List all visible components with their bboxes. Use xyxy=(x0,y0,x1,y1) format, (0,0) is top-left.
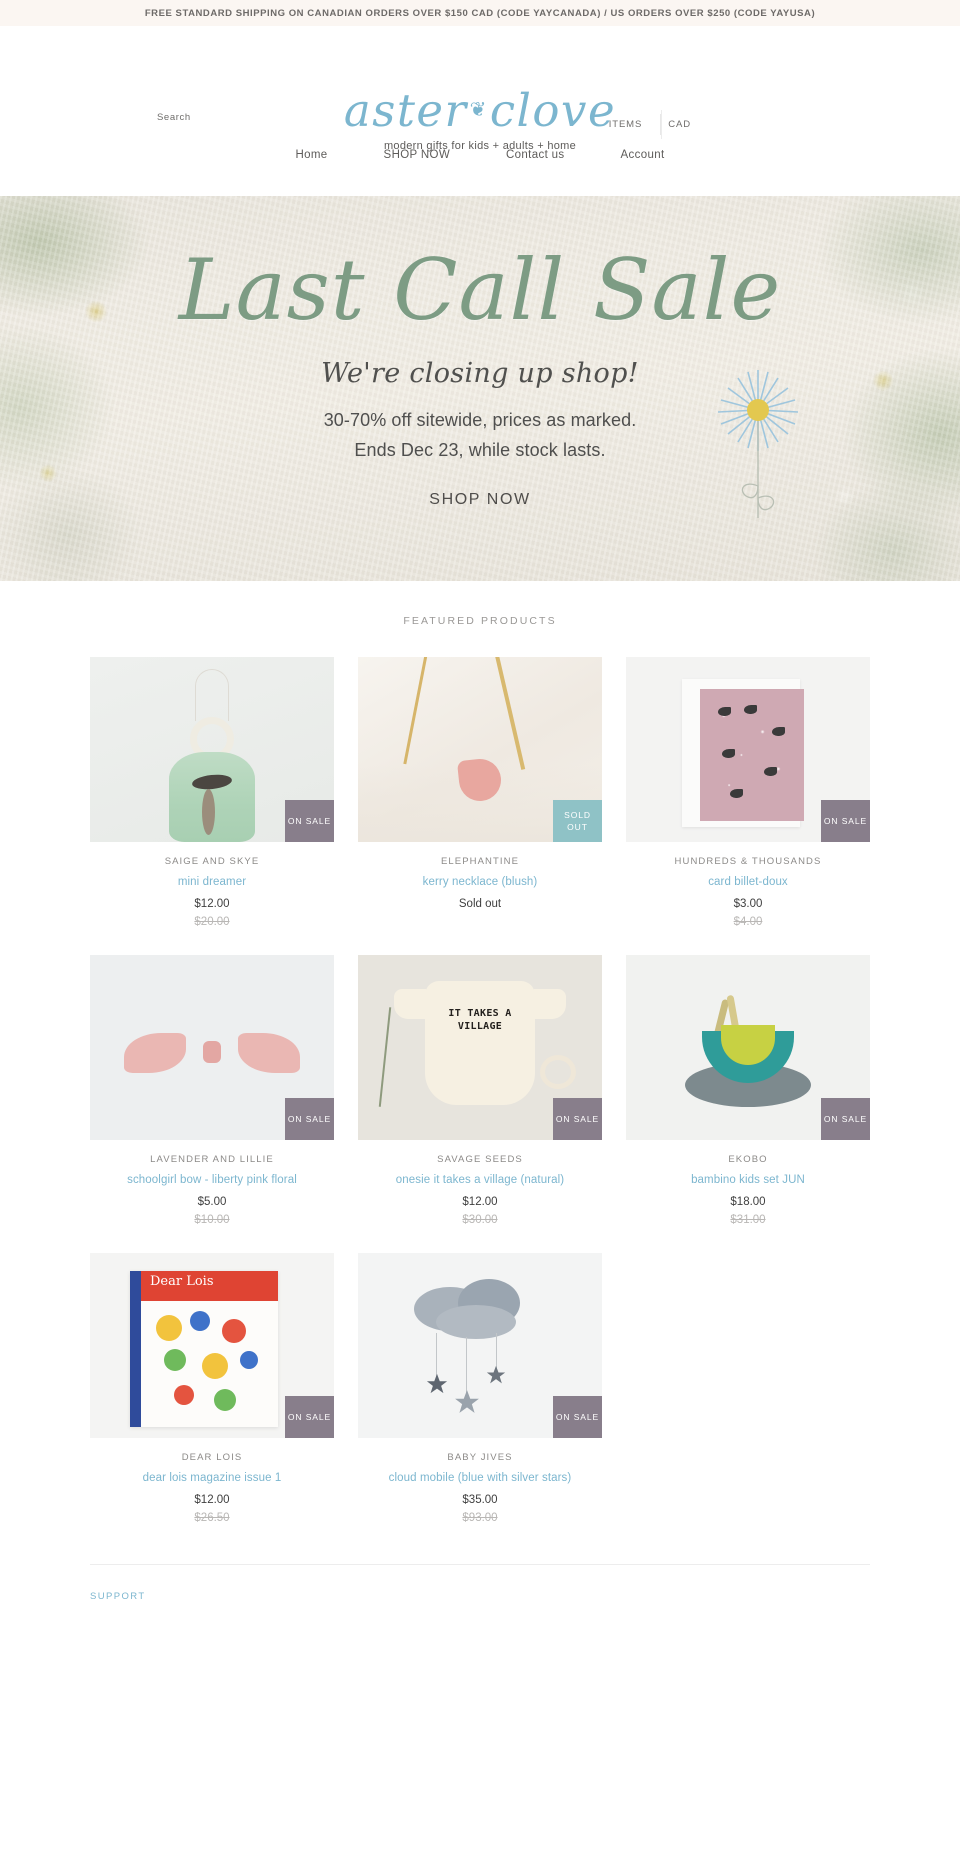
book-cover-title: Dear Lois xyxy=(150,1274,214,1289)
currency-selector[interactable]: CAD xyxy=(660,110,695,139)
product-card[interactable]: IT TAKES A VILLAGE ON SALE SAVAGE SEEDS o… xyxy=(358,955,602,1226)
product-card[interactable]: Dear Lois ON SALE DEAR LOIS dear lois ma… xyxy=(90,1253,334,1524)
status-badge: ON SALE xyxy=(285,800,334,842)
product-title[interactable]: bambino kids set JUN xyxy=(626,1174,870,1186)
product-vendor: SAIGE AND SKYE xyxy=(164,856,260,867)
site-logo[interactable]: aster ❦clove modern gifts for kids + adul… xyxy=(0,83,960,153)
status-badge: ON SALE xyxy=(821,1098,870,1140)
announcement-bar: FREE STANDARD SHIPPING ON CANADIAN ORDER… xyxy=(0,0,960,26)
status-badge: ON SALE xyxy=(285,1098,334,1140)
product-card[interactable]: ON SALE EKOBO bambino kids set JUN $18.0… xyxy=(626,955,870,1226)
product-card[interactable]: ON SALE BABY JIVES cloud mobile (blue wi… xyxy=(358,1253,602,1524)
status-badge: ON SALE xyxy=(553,1098,602,1140)
product-image[interactable]: IT TAKES A VILLAGE ON SALE xyxy=(358,955,602,1140)
status-badge: ON SALE xyxy=(821,800,870,842)
product-compare-price: $4.00 xyxy=(733,916,763,928)
product-title[interactable]: dear lois magazine issue 1 xyxy=(90,1472,334,1484)
product-price: $12.00 xyxy=(462,1196,498,1208)
product-card[interactable]: ON SALE SAIGE AND SKYE mini dreamer $12.… xyxy=(90,657,334,928)
product-card[interactable]: SOLD OUT ELEPHANTINE kerry necklace (blu… xyxy=(358,657,602,928)
product-vendor: EKOBO xyxy=(728,1154,768,1165)
product-image[interactable]: Dear Lois ON SALE xyxy=(90,1253,334,1438)
product-image[interactable]: ON SALE xyxy=(358,1253,602,1438)
product-title[interactable]: onesie it takes a village (natural) xyxy=(358,1174,602,1186)
product-vendor: BABY JIVES xyxy=(447,1452,513,1463)
logo-text-clove: clove xyxy=(489,84,617,137)
product-vendor: DEAR LOIS xyxy=(181,1452,243,1463)
announcement-text: FREE STANDARD SHIPPING ON CANADIAN ORDER… xyxy=(144,7,816,19)
product-title[interactable]: card billet-doux xyxy=(626,876,870,888)
product-price: $12.00 xyxy=(194,898,230,910)
hero-line-1: 30-70% off sitewide, prices as marked. xyxy=(323,410,637,430)
logo-tagline: modern gifts for kids + adults + home xyxy=(383,140,577,152)
site-footer: SUPPORT xyxy=(90,1565,870,1602)
product-compare-price: $20.00 xyxy=(194,916,230,928)
product-image[interactable]: ON SALE xyxy=(90,657,334,842)
product-vendor: LAVENDER AND LILLIE xyxy=(150,1154,274,1165)
footer-support-heading: SUPPORT xyxy=(90,1591,146,1602)
product-price: $3.00 xyxy=(733,898,763,910)
featured-products-heading: FEATURED PRODUCTS xyxy=(403,615,557,627)
heart-icon: ❦ xyxy=(469,97,488,121)
product-compare-price: $10.00 xyxy=(194,1214,230,1226)
cart-items-link[interactable]: ITEMS xyxy=(609,119,643,130)
product-card[interactable]: ON SALE LAVENDER AND LILLIE schoolgirl b… xyxy=(90,955,334,1226)
product-price: Sold out xyxy=(458,898,502,910)
product-title[interactable]: cloud mobile (blue with silver stars) xyxy=(358,1472,602,1484)
hero-banner[interactable]: Last Call Sale We're closing up shop! 30… xyxy=(0,196,960,581)
product-compare-price: $30.00 xyxy=(462,1214,498,1226)
status-badge: ON SALE xyxy=(285,1396,334,1438)
product-image[interactable]: ON SALE xyxy=(626,955,870,1140)
header-utilities: ITEMS CAD xyxy=(609,110,695,139)
product-image[interactable]: ON SALE xyxy=(626,657,870,842)
logo-wordmark: aster ❦clove xyxy=(0,83,960,137)
product-grid: ON SALE SAIGE AND SKYE mini dreamer $12.… xyxy=(90,657,870,1524)
status-badge: ON SALE xyxy=(553,1396,602,1438)
product-compare-price: $31.00 xyxy=(730,1214,766,1226)
hero-line-2: Ends Dec 23, while stock lasts. xyxy=(354,440,606,460)
hero-subtitle: We're closing up shop! xyxy=(321,358,639,389)
onesie-text-line-1: IT TAKES A xyxy=(448,1008,512,1019)
product-price: $5.00 xyxy=(197,1196,227,1208)
product-image[interactable]: ON SALE xyxy=(90,955,334,1140)
product-title[interactable]: schoolgirl bow - liberty pink floral xyxy=(90,1174,334,1186)
product-vendor: HUNDREDS & THOUSANDS xyxy=(674,856,822,867)
product-vendor: ELEPHANTINE xyxy=(440,856,520,867)
product-price: $12.00 xyxy=(194,1494,230,1506)
hero-content: Last Call Sale We're closing up shop! 30… xyxy=(0,196,960,509)
status-badge: SOLD OUT xyxy=(553,800,602,842)
logo-text-aster: aster xyxy=(343,84,468,137)
product-image[interactable]: SOLD OUT xyxy=(358,657,602,842)
product-card[interactable]: ON SALE HUNDREDS & THOUSANDS card billet… xyxy=(626,657,870,928)
hero-title: Last Call Sale xyxy=(178,241,782,339)
product-compare-price: $26.50 xyxy=(194,1512,230,1524)
onesie-text-line-2: VILLAGE xyxy=(457,1021,503,1032)
hero-shop-now-button[interactable]: SHOP NOW xyxy=(429,491,530,509)
product-compare-price: $93.00 xyxy=(462,1512,498,1524)
product-price: $18.00 xyxy=(730,1196,766,1208)
featured-products-section: FEATURED PRODUCTS ON SALE SAIGE AND SKYE… xyxy=(0,581,960,1524)
product-title[interactable]: mini dreamer xyxy=(90,876,334,888)
product-vendor: SAVAGE SEEDS xyxy=(437,1154,523,1165)
site-header: Search aster ❦clove modern gifts for kids… xyxy=(0,26,960,152)
product-title[interactable]: kerry necklace (blush) xyxy=(358,876,602,888)
product-price: $35.00 xyxy=(462,1494,498,1506)
